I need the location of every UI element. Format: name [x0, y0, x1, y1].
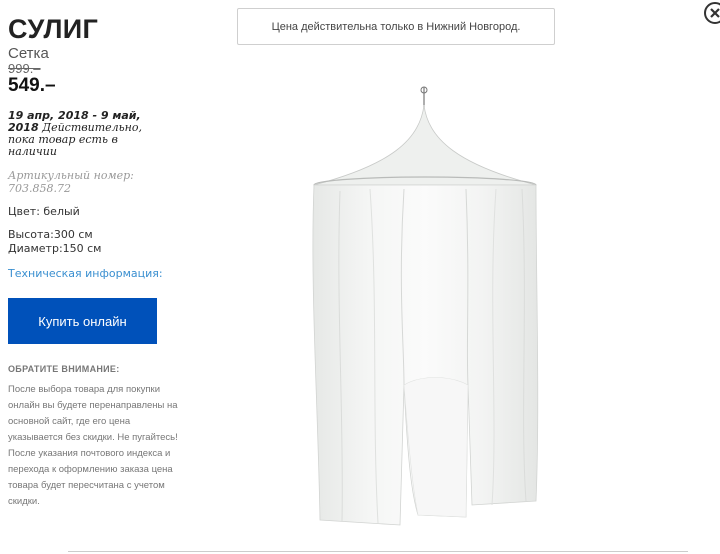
mosquito-net-canopy-image: [312, 86, 539, 526]
note-body: После выбора товара для покупки онлайн в…: [8, 384, 178, 507]
article-value: 703.858.72: [8, 182, 71, 195]
product-color: Цвет: белый: [8, 205, 80, 218]
product-panel: СУЛИГ Сетка 999.– 549.– 19 апр, 2018 - 9…: [8, 14, 183, 510]
note-heading: ОБРАТИТЕ ВНИМАНИЕ:: [8, 364, 120, 374]
current-price: 549.–: [8, 75, 56, 96]
article-label: Артикульный номер:: [8, 169, 134, 182]
product-title: СУЛИГ: [8, 14, 99, 44]
price-region-banner: Цена действительна только в Нижний Новго…: [237, 8, 555, 45]
old-price: 999.–: [8, 61, 41, 76]
close-icon: [710, 8, 720, 18]
technical-info-link[interactable]: Техническая информация:: [8, 267, 183, 280]
product-dimensions: Высота:300 см Диаметр:150 см: [8, 228, 183, 256]
price-validity: 19 апр, 2018 - 9 май, 2018 Действительно…: [8, 110, 168, 158]
bottom-divider: [68, 551, 688, 552]
article-number: Артикульный номер: 703.858.72: [8, 169, 183, 195]
product-type: Сетка: [8, 45, 49, 62]
product-height: Высота:300 см: [8, 228, 93, 241]
close-button[interactable]: [704, 2, 720, 24]
product-diameter: Диаметр:150 см: [8, 242, 102, 255]
buy-online-button[interactable]: Купить онлайн: [8, 298, 157, 344]
